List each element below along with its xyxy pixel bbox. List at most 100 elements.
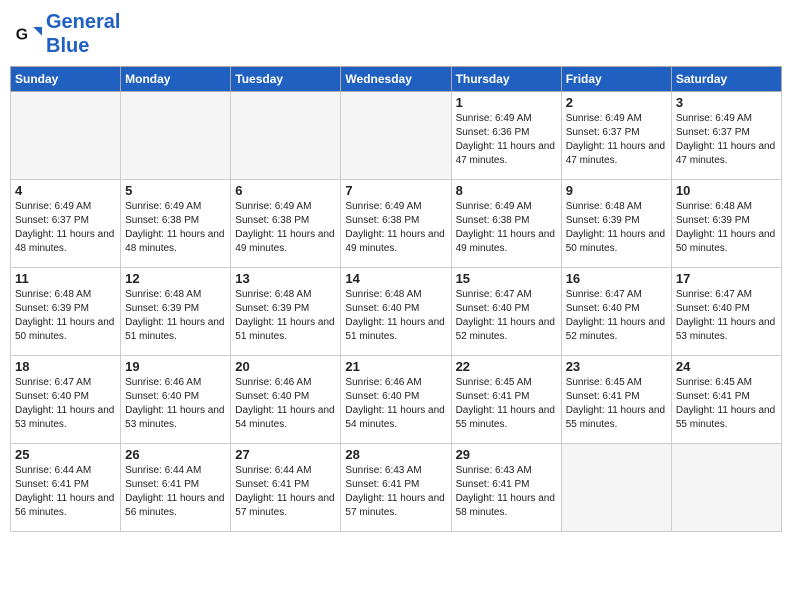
day-number: 28: [345, 447, 446, 462]
calendar-cell: 20 Sunrise: 6:46 AM Sunset: 6:40 PM Dayli…: [231, 356, 341, 444]
day-info: Sunrise: 6:48 AM Sunset: 6:39 PM Dayligh…: [566, 200, 667, 256]
day-info: Sunrise: 6:49 AM Sunset: 6:37 PM Dayligh…: [566, 112, 667, 168]
day-number: 14: [345, 271, 446, 286]
day-number: 17: [676, 271, 777, 286]
day-info: Sunrise: 6:48 AM Sunset: 6:39 PM Dayligh…: [125, 288, 226, 344]
calendar-cell: 27 Sunrise: 6:44 AM Sunset: 6:41 PM Dayli…: [231, 444, 341, 532]
day-number: 20: [235, 359, 336, 374]
day-number: 22: [456, 359, 557, 374]
logo: G General Blue: [14, 10, 120, 58]
weekday-header-tuesday: Tuesday: [231, 67, 341, 92]
weekday-header-saturday: Saturday: [671, 67, 781, 92]
calendar-cell: 16 Sunrise: 6:47 AM Sunset: 6:40 PM Dayli…: [561, 268, 671, 356]
day-info: Sunrise: 6:43 AM Sunset: 6:41 PM Dayligh…: [345, 464, 446, 520]
calendar-week-row: 11 Sunrise: 6:48 AM Sunset: 6:39 PM Dayli…: [11, 268, 782, 356]
day-info: Sunrise: 6:49 AM Sunset: 6:36 PM Dayligh…: [456, 112, 557, 168]
day-info: Sunrise: 6:44 AM Sunset: 6:41 PM Dayligh…: [125, 464, 226, 520]
calendar-cell: 23 Sunrise: 6:45 AM Sunset: 6:41 PM Dayli…: [561, 356, 671, 444]
day-number: 10: [676, 183, 777, 198]
calendar-cell: [121, 92, 231, 180]
day-info: Sunrise: 6:48 AM Sunset: 6:39 PM Dayligh…: [676, 200, 777, 256]
svg-text:G: G: [16, 26, 28, 43]
day-number: 5: [125, 183, 226, 198]
day-number: 27: [235, 447, 336, 462]
calendar-cell: [561, 444, 671, 532]
day-number: 7: [345, 183, 446, 198]
calendar-cell: 15Sunrise: 6:47 AM Sunset: 6:40 PM Dayli…: [451, 268, 561, 356]
calendar-cell: 29 Sunrise: 6:43 AM Sunset: 6:41 PM Dayli…: [451, 444, 561, 532]
calendar-cell: 17 Sunrise: 6:47 AM Sunset: 6:40 PM Dayli…: [671, 268, 781, 356]
day-info: Sunrise: 6:44 AM Sunset: 6:41 PM Dayligh…: [235, 464, 336, 520]
calendar-header-row: SundayMondayTuesdayWednesdayThursdayFrid…: [11, 67, 782, 92]
day-number: 15: [456, 271, 557, 286]
day-info: Sunrise: 6:43 AM Sunset: 6:41 PM Dayligh…: [456, 464, 557, 520]
day-info: Sunrise: 6:45 AM Sunset: 6:41 PM Dayligh…: [456, 376, 557, 432]
logo-icon: G: [14, 20, 42, 48]
day-number: 29: [456, 447, 557, 462]
weekday-header-wednesday: Wednesday: [341, 67, 451, 92]
day-info: Sunrise: 6:47 AM Sunset: 6:40 PM Dayligh…: [15, 376, 116, 432]
day-number: 16: [566, 271, 667, 286]
calendar-cell: 10 Sunrise: 6:48 AM Sunset: 6:39 PM Dayli…: [671, 180, 781, 268]
calendar-week-row: 1Sunrise: 6:49 AM Sunset: 6:36 PM Daylig…: [11, 92, 782, 180]
day-info: Sunrise: 6:49 AM Sunset: 6:38 PM Dayligh…: [456, 200, 557, 256]
calendar-table: SundayMondayTuesdayWednesdayThursdayFrid…: [10, 66, 782, 532]
calendar-cell: 22 Sunrise: 6:45 AM Sunset: 6:41 PM Dayli…: [451, 356, 561, 444]
day-number: 6: [235, 183, 336, 198]
day-info: Sunrise: 6:48 AM Sunset: 6:40 PM Dayligh…: [345, 288, 446, 344]
day-info: Sunrise: 6:45 AM Sunset: 6:41 PM Dayligh…: [566, 376, 667, 432]
calendar-cell: 26 Sunrise: 6:44 AM Sunset: 6:41 PM Dayli…: [121, 444, 231, 532]
logo-text: General Blue: [46, 10, 120, 58]
day-info: Sunrise: 6:49 AM Sunset: 6:37 PM Dayligh…: [15, 200, 116, 256]
weekday-header-monday: Monday: [121, 67, 231, 92]
calendar-cell: 3Sunrise: 6:49 AM Sunset: 6:37 PM Daylig…: [671, 92, 781, 180]
calendar-cell: 12 Sunrise: 6:48 AM Sunset: 6:39 PM Dayli…: [121, 268, 231, 356]
day-number: 13: [235, 271, 336, 286]
day-info: Sunrise: 6:49 AM Sunset: 6:38 PM Dayligh…: [125, 200, 226, 256]
day-info: Sunrise: 6:46 AM Sunset: 6:40 PM Dayligh…: [345, 376, 446, 432]
calendar-week-row: 4 Sunrise: 6:49 AM Sunset: 6:37 PM Daylig…: [11, 180, 782, 268]
day-number: 26: [125, 447, 226, 462]
calendar-cell: 21 Sunrise: 6:46 AM Sunset: 6:40 PM Dayli…: [341, 356, 451, 444]
day-number: 23: [566, 359, 667, 374]
calendar-cell: 4 Sunrise: 6:49 AM Sunset: 6:37 PM Daylig…: [11, 180, 121, 268]
day-info: Sunrise: 6:49 AM Sunset: 6:38 PM Dayligh…: [235, 200, 336, 256]
day-number: 12: [125, 271, 226, 286]
calendar-cell: 14 Sunrise: 6:48 AM Sunset: 6:40 PM Dayli…: [341, 268, 451, 356]
day-number: 24: [676, 359, 777, 374]
page-header: G General Blue: [10, 10, 782, 58]
calendar-cell: 1Sunrise: 6:49 AM Sunset: 6:36 PM Daylig…: [451, 92, 561, 180]
calendar-cell: 24Sunrise: 6:45 AM Sunset: 6:41 PM Dayli…: [671, 356, 781, 444]
day-info: Sunrise: 6:49 AM Sunset: 6:37 PM Dayligh…: [676, 112, 777, 168]
calendar-cell: 2Sunrise: 6:49 AM Sunset: 6:37 PM Daylig…: [561, 92, 671, 180]
day-info: Sunrise: 6:49 AM Sunset: 6:38 PM Dayligh…: [345, 200, 446, 256]
day-info: Sunrise: 6:44 AM Sunset: 6:41 PM Dayligh…: [15, 464, 116, 520]
calendar-cell: 8 Sunrise: 6:49 AM Sunset: 6:38 PM Daylig…: [451, 180, 561, 268]
calendar-cell: 18 Sunrise: 6:47 AM Sunset: 6:40 PM Dayli…: [11, 356, 121, 444]
calendar-cell: 13 Sunrise: 6:48 AM Sunset: 6:39 PM Dayli…: [231, 268, 341, 356]
day-number: 25: [15, 447, 116, 462]
weekday-header-sunday: Sunday: [11, 67, 121, 92]
day-info: Sunrise: 6:48 AM Sunset: 6:39 PM Dayligh…: [235, 288, 336, 344]
calendar-cell: 25 Sunrise: 6:44 AM Sunset: 6:41 PM Dayli…: [11, 444, 121, 532]
day-info: Sunrise: 6:47 AM Sunset: 6:40 PM Dayligh…: [676, 288, 777, 344]
day-number: 4: [15, 183, 116, 198]
calendar-week-row: 18 Sunrise: 6:47 AM Sunset: 6:40 PM Dayli…: [11, 356, 782, 444]
logo-blue: Blue: [46, 35, 89, 57]
day-number: 9: [566, 183, 667, 198]
day-number: 21: [345, 359, 446, 374]
day-number: 8: [456, 183, 557, 198]
calendar-cell: 9 Sunrise: 6:48 AM Sunset: 6:39 PM Daylig…: [561, 180, 671, 268]
weekday-header-friday: Friday: [561, 67, 671, 92]
day-number: 19: [125, 359, 226, 374]
calendar-cell: [231, 92, 341, 180]
calendar-cell: 19Sunrise: 6:46 AM Sunset: 6:40 PM Dayli…: [121, 356, 231, 444]
day-info: Sunrise: 6:47 AM Sunset: 6:40 PM Dayligh…: [566, 288, 667, 344]
calendar-cell: 5 Sunrise: 6:49 AM Sunset: 6:38 PM Daylig…: [121, 180, 231, 268]
day-info: Sunrise: 6:46 AM Sunset: 6:40 PM Dayligh…: [235, 376, 336, 432]
calendar-cell: [11, 92, 121, 180]
day-info: Sunrise: 6:48 AM Sunset: 6:39 PM Dayligh…: [15, 288, 116, 344]
day-number: 18: [15, 359, 116, 374]
logo-general: General: [46, 11, 120, 33]
day-number: 11: [15, 271, 116, 286]
